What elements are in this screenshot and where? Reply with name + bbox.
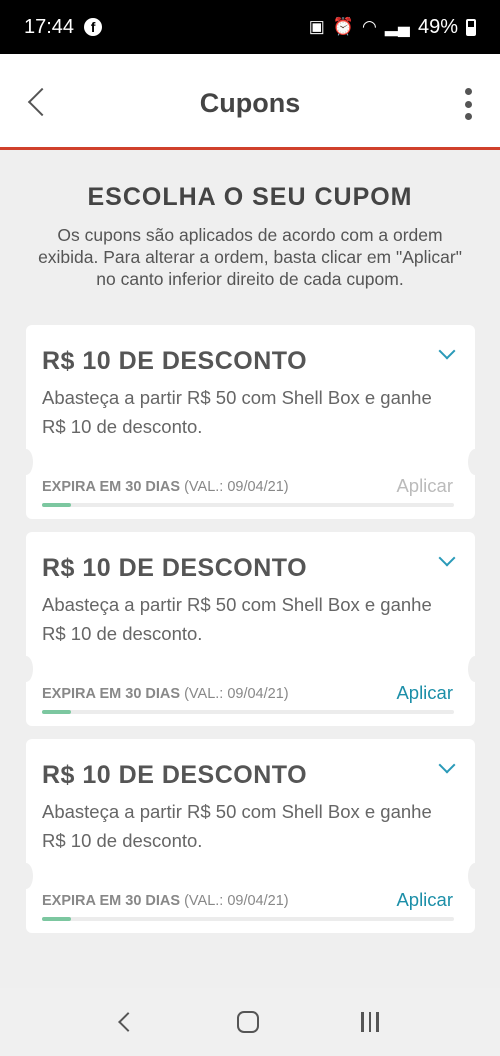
nav-recent-apps-icon[interactable]	[361, 1012, 379, 1032]
coupon-expiry: EXPIRA EM 30 DIAS (VAL.: 09/04/21)	[42, 479, 289, 495]
more-options-icon[interactable]	[458, 84, 478, 124]
coupon-card: R$ 10 DE DESCONTO Abasteça a partir R$ 5…	[19, 739, 482, 933]
battery-icon	[466, 18, 476, 36]
expiry-progress-bar	[42, 710, 454, 714]
expiry-label: EXPIRA EM 30 DIAS	[42, 686, 181, 702]
nav-home-icon[interactable]	[237, 1011, 260, 1033]
chevron-down-icon[interactable]	[438, 756, 456, 774]
recent-bar	[368, 1012, 372, 1032]
expiry-progress-fill	[42, 917, 71, 921]
expiry-progress-fill	[42, 503, 71, 507]
content: ESCOLHA O SEU CUPOM Os cupons são aplica…	[0, 153, 500, 933]
recent-bar	[361, 1012, 364, 1032]
coupon-description: Abasteça a partir R$ 50 com Shell Box e …	[42, 801, 432, 851]
alarm-icon: ⏰	[332, 17, 354, 36]
recent-bar	[376, 1012, 379, 1032]
battery-percent: 49%	[417, 15, 458, 38]
expiry-progress-bar	[42, 917, 454, 921]
more-dot	[464, 88, 472, 95]
status-right: ▣ ⏰ ◠ ▂▄ 49%	[309, 16, 476, 39]
coupon-expiry: EXPIRA EM 30 DIAS (VAL.: 09/04/21)	[42, 893, 289, 909]
ticket-notch	[468, 863, 482, 889]
ticket-notch	[19, 863, 33, 889]
ticket-notch	[19, 656, 33, 682]
more-dot	[464, 100, 472, 108]
coupon-list: R$ 10 DE DESCONTO Abasteça a partir R$ 5…	[19, 325, 482, 946]
nav-back-icon[interactable]	[118, 1012, 138, 1032]
apply-button[interactable]: Aplicar	[396, 475, 453, 497]
chevron-down-icon[interactable]	[438, 342, 456, 360]
expiry-label: EXPIRA EM 30 DIAS	[42, 479, 181, 495]
coupon-card: R$ 10 DE DESCONTO Abasteça a partir R$ 5…	[19, 532, 482, 726]
section-description: Os cupons são aplicados de acordo com a …	[38, 225, 462, 289]
coupon-card: R$ 10 DE DESCONTO Abasteça a partir R$ 5…	[19, 325, 482, 519]
facebook-icon: f	[84, 18, 103, 36]
coupon-title: R$ 10 DE DESCONTO	[42, 347, 308, 375]
signal-icon: ▂▄	[384, 17, 410, 36]
coupon-title: R$ 10 DE DESCONTO	[42, 554, 308, 582]
status-bar: 17:44 f ▣ ⏰ ◠ ▂▄ 49%	[0, 0, 500, 54]
more-dot	[464, 113, 472, 120]
ticket-notch	[19, 449, 33, 475]
wifi-icon: ◠	[362, 17, 377, 36]
page-title: Cupons	[199, 88, 301, 118]
system-nav-bar	[0, 988, 500, 1056]
status-left: 17:44 f	[24, 15, 103, 39]
ticket-notch	[468, 449, 482, 475]
coupon-title: R$ 10 DE DESCONTO	[42, 761, 308, 789]
status-time: 17:44	[24, 15, 75, 38]
coupon-description: Abasteça a partir R$ 50 com Shell Box e …	[42, 387, 432, 437]
app-header: Cupons	[0, 54, 500, 150]
battery-saver-icon: ▣	[308, 17, 325, 36]
coupon-expiry: EXPIRA EM 30 DIAS (VAL.: 09/04/21)	[42, 686, 289, 702]
validity-date: (VAL.: 09/04/21)	[184, 893, 289, 909]
coupon-description: Abasteça a partir R$ 50 com Shell Box e …	[42, 594, 432, 644]
chevron-down-icon[interactable]	[438, 549, 456, 567]
apply-button[interactable]: Aplicar	[396, 682, 453, 704]
expiry-progress-bar	[42, 503, 454, 507]
expiry-label: EXPIRA EM 30 DIAS	[42, 893, 181, 909]
apply-button[interactable]: Aplicar	[396, 889, 453, 911]
validity-date: (VAL.: 09/04/21)	[184, 686, 289, 702]
ticket-notch	[468, 656, 482, 682]
expiry-progress-fill	[42, 710, 71, 714]
section-title: ESCOLHA O SEU CUPOM	[87, 183, 413, 211]
validity-date: (VAL.: 09/04/21)	[184, 479, 289, 495]
